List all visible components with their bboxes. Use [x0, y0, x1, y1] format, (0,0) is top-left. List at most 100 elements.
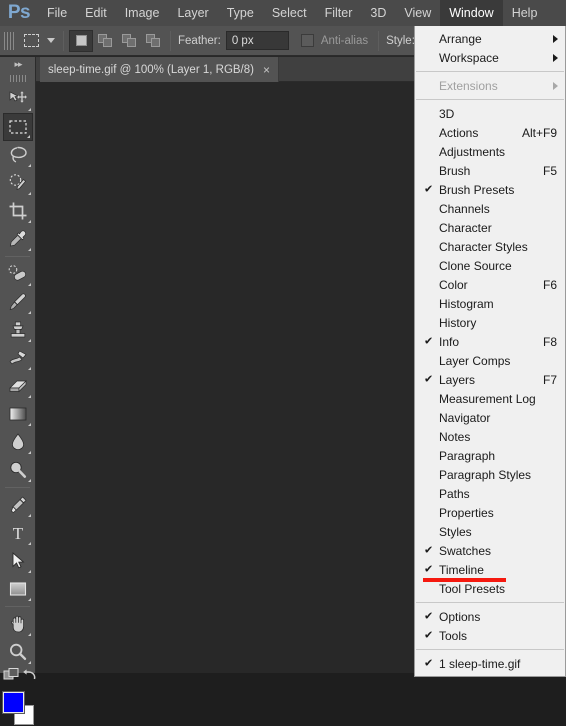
menubar-item-3d[interactable]: 3D — [361, 0, 395, 26]
menu-item-color[interactable]: Color F6 — [415, 275, 565, 294]
zoom-tool[interactable] — [3, 638, 33, 666]
menu-item-label: Paths — [439, 486, 470, 501]
menu-item-brush-presets[interactable]: ✔ Brush Presets — [415, 180, 565, 199]
menu-item-label: Tools — [439, 628, 468, 643]
document-tab[interactable]: sleep-time.gif @ 100% (Layer 1, RGB/8) × — [40, 57, 279, 82]
horizontal-type-tool[interactable]: T — [3, 519, 33, 547]
menu-item-paths[interactable]: Paths — [415, 484, 565, 503]
foreground-color-swatch[interactable] — [1, 691, 25, 714]
menubar-item-edit[interactable]: Edit — [76, 0, 116, 26]
eraser-tool[interactable] — [3, 372, 33, 400]
options-bar-grip[interactable] — [4, 31, 15, 50]
menu-item-styles[interactable]: Styles — [415, 522, 565, 541]
clone-stamp-tool[interactable] — [3, 316, 33, 344]
menu-item-properties[interactable]: Properties — [415, 503, 565, 522]
menu-item-clone-source[interactable]: Clone Source — [415, 256, 565, 275]
menu-item-workspace[interactable]: Workspace — [415, 48, 565, 67]
menu-item-1-sleep-time-gif[interactable]: ✔ 1 sleep-time.gif — [415, 654, 565, 673]
menu-item-paragraph[interactable]: Paragraph — [415, 446, 565, 465]
rectangular-marquee-tool[interactable] — [2, 113, 33, 141]
menu-item-label: Options — [439, 609, 481, 624]
menu-item-adjustments[interactable]: Adjustments — [415, 142, 565, 161]
menu-item-label: Paragraph — [439, 448, 496, 463]
quick-selection-tool[interactable] — [3, 169, 33, 197]
subtract-from-selection-button[interactable] — [117, 30, 141, 52]
menu-item-layers[interactable]: ✔ Layers F7 — [415, 370, 565, 389]
toolbar-collapse-button[interactable]: ▸▸ — [0, 57, 36, 72]
menubar-item-filter[interactable]: Filter — [316, 0, 362, 26]
menu-item-label: Navigator — [439, 410, 491, 425]
anti-alias-checkbox[interactable] — [300, 34, 314, 47]
tools-panel: ▸▸ T — [0, 57, 36, 725]
intersect-selection-button[interactable] — [141, 30, 165, 52]
menu-item-label: Actions — [439, 125, 479, 140]
menu-item-swatches[interactable]: ✔ Swatches — [415, 541, 565, 560]
toolbar-separator-2 — [5, 487, 30, 488]
move-tool[interactable] — [3, 85, 33, 113]
pen-tool[interactable] — [3, 491, 33, 519]
spot-healing-brush-tool[interactable] — [3, 260, 33, 288]
toolbar-grip[interactable] — [0, 72, 36, 85]
tool-preset-chevron-down-icon[interactable] — [44, 31, 58, 51]
menubar-item-layer[interactable]: Layer — [168, 0, 217, 26]
menu-item-label: Layers — [439, 372, 476, 387]
menu-item-arrange[interactable]: Arrange — [415, 29, 565, 48]
crop-tool[interactable] — [3, 197, 33, 225]
menu-item-character[interactable]: Character — [415, 218, 565, 237]
menu-item-notes[interactable]: Notes — [415, 427, 565, 446]
path-selection-tool[interactable] — [3, 547, 33, 575]
tool-preset-picker[interactable] — [18, 31, 44, 51]
feather-input[interactable]: 0 px — [225, 31, 289, 50]
eyedropper-tool[interactable] — [3, 225, 33, 253]
menu-item-navigator[interactable]: Navigator — [415, 408, 565, 427]
menu-item-info[interactable]: ✔ Info F8 — [415, 332, 565, 351]
add-to-selection-button[interactable] — [93, 30, 117, 52]
menu-item-tool-presets[interactable]: Tool Presets — [415, 579, 565, 598]
close-icon[interactable]: × — [263, 64, 270, 76]
menu-item-3d[interactable]: 3D — [415, 104, 565, 123]
blur-tool[interactable] — [3, 428, 33, 456]
check-icon: ✔ — [424, 610, 434, 622]
menu-item-label: Swatches — [439, 543, 492, 558]
menu-item-label: Layer Comps — [439, 353, 511, 368]
menu-item-actions[interactable]: Actions Alt+F9 — [415, 123, 565, 142]
toolbar-separator-1 — [5, 256, 30, 257]
menu-item-tools[interactable]: ✔ Tools — [415, 626, 565, 645]
menu-item-layer-comps[interactable]: Layer Comps — [415, 351, 565, 370]
menu-item-histogram[interactable]: Histogram — [415, 294, 565, 313]
menu-item-history[interactable]: History — [415, 313, 565, 332]
menubar-item-window[interactable]: Window — [440, 0, 503, 26]
submenu-arrow-icon — [553, 34, 558, 43]
edit-in-quick-mask-button[interactable] — [3, 667, 21, 688]
menu-item-options[interactable]: ✔ Options — [415, 607, 565, 626]
menu-item-paragraph-styles[interactable]: Paragraph Styles — [415, 465, 565, 484]
document-tab-title: sleep-time.gif @ 100% (Layer 1, RGB/8) — [48, 63, 254, 76]
menu-item-label: Measurement Log — [439, 391, 536, 406]
menubar-item-file[interactable]: File — [38, 0, 76, 26]
menu-item-label: Notes — [439, 429, 471, 444]
dodge-tool[interactable] — [3, 456, 33, 484]
lasso-tool[interactable] — [3, 141, 33, 169]
new-selection-button[interactable] — [69, 29, 93, 52]
menubar-item-image[interactable]: Image — [116, 0, 169, 26]
menubar-item-help[interactable]: Help — [503, 0, 547, 26]
history-brush-tool[interactable] — [3, 344, 33, 372]
menubar-item-view[interactable]: View — [395, 0, 440, 26]
menubar-item-type[interactable]: Type — [218, 0, 263, 26]
options-divider-1 — [63, 30, 64, 51]
menu-item-label: Extensions — [439, 78, 498, 93]
rectangle-tool[interactable] — [3, 575, 33, 603]
gradient-tool[interactable] — [3, 400, 33, 428]
brush-tool[interactable] — [3, 288, 33, 316]
menu-item-brush[interactable]: Brush F5 — [415, 161, 565, 180]
menu-item-measurement-log[interactable]: Measurement Log — [415, 389, 565, 408]
menu-item-channels[interactable]: Channels — [415, 199, 565, 218]
menu-item-label: Histogram — [439, 296, 494, 311]
menu-item-character-styles[interactable]: Character Styles — [415, 237, 565, 256]
menu-item-label: Styles — [439, 524, 472, 539]
menu-item-label: Brush Presets — [439, 182, 515, 197]
change-screen-mode-button[interactable] — [21, 667, 37, 688]
menubar-item-select[interactable]: Select — [263, 0, 316, 26]
hand-tool[interactable] — [3, 610, 33, 638]
menu-item-timeline[interactable]: ✔ Timeline — [415, 560, 565, 582]
